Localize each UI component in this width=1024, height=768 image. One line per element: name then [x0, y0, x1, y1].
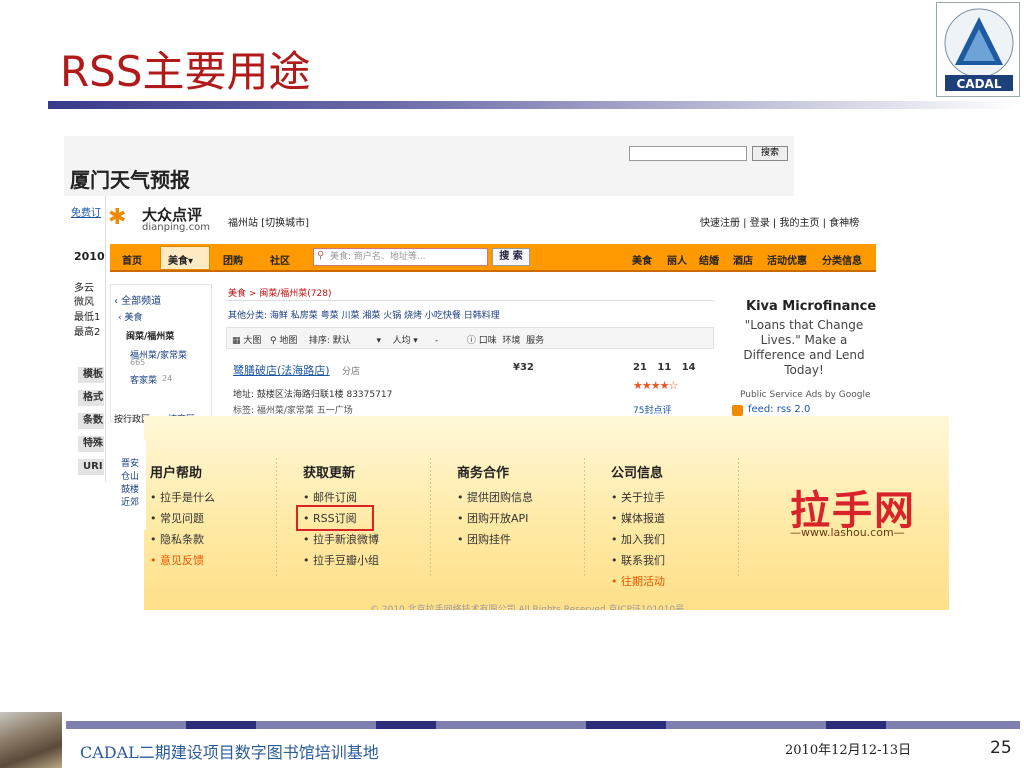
- rating-stars-icon: ★★★★☆: [633, 379, 678, 392]
- ls-updates-item-4[interactable]: • 拉手豆瓣小组: [303, 552, 379, 568]
- search-icon: ⚲: [317, 250, 325, 261]
- ls-divider-4: [738, 458, 739, 578]
- dp-shop-address: 地址: 鼓楼区法海路归联1楼 83375717: [233, 390, 393, 400]
- footer-org: CADAL二期建设项目数字图书馆培训基地: [80, 743, 379, 762]
- weather-search-input[interactable]: [629, 146, 747, 161]
- slide-title: RSS主要用途: [60, 47, 311, 96]
- dp-shop-tags: 标签: 福州菜/家常菜 五一广场: [233, 406, 353, 416]
- weather-district-2[interactable]: 仓山: [121, 471, 139, 484]
- dp-nav-food[interactable]: 美食▾: [168, 252, 193, 267]
- weather-low: 最低1: [74, 312, 101, 323]
- dp-nav-right-classified[interactable]: 分类信息: [822, 252, 862, 267]
- dp-nav-community[interactable]: 社区: [270, 252, 290, 267]
- ls-updates-item-3[interactable]: • 拉手新浪微博: [303, 531, 379, 547]
- ls-business-item-3[interactable]: • 团购挂件: [457, 531, 511, 547]
- ls-divider-3: [584, 458, 585, 578]
- weather-district-4[interactable]: 近郊: [121, 497, 139, 510]
- dp-nav-right-food[interactable]: 美食: [632, 252, 652, 267]
- ls-business-item-1[interactable]: • 提供团购信息: [457, 489, 533, 505]
- dp-side-all-channels[interactable]: ‹ 全部频道: [114, 292, 161, 307]
- dianping-logo-domain: dianping.com: [142, 222, 210, 233]
- dp-shop-price: ¥32: [513, 362, 534, 373]
- ls-col-business-title: 商务合作: [457, 466, 510, 481]
- ls-help-item-4[interactable]: • 意见反馈: [150, 552, 204, 568]
- dp-nav-right-hotel[interactable]: 酒店: [733, 252, 753, 267]
- dp-side-sub2-count: 24: [162, 374, 173, 383]
- ls-company-item-4[interactable]: • 联系我们: [611, 552, 665, 568]
- weather-search-button[interactable]: 搜索: [752, 146, 788, 161]
- weather-high: 最高2: [74, 327, 101, 338]
- dianping-top-links[interactable]: 快速注册 | 登录 | 我的主页 | 食神榜: [700, 214, 859, 229]
- ls-help-item-3[interactable]: • 隐私条款: [150, 531, 204, 547]
- weather-wind: 微风: [74, 297, 94, 308]
- weather-district-3[interactable]: 鼓楼: [121, 484, 139, 497]
- dp-shop-branch[interactable]: 分店: [342, 364, 360, 377]
- lashou-url: —www.lashou.com—: [790, 526, 905, 539]
- ls-help-item-2[interactable]: • 常见问题: [150, 510, 204, 526]
- ls-col-company-title: 公司信息: [611, 466, 664, 481]
- dp-categories[interactable]: 其他分类: 海鲜 私房菜 粤菜 川菜 湘菜 火锅 烧烤 小吃快餐 日韩料理: [228, 308, 500, 321]
- cadal-emblem-icon: CADAL: [944, 8, 1014, 91]
- dianping-logo-icon: ✱: [108, 205, 127, 230]
- dp-shop-reviews[interactable]: 75封点评: [633, 403, 671, 416]
- title-rule: [48, 101, 1020, 109]
- weather-format-tab[interactable]: 格式: [78, 390, 104, 406]
- dp-side-sub1-count: 665: [130, 358, 146, 367]
- rss-feed-icon: [732, 405, 743, 416]
- dp-nav-right-wedding[interactable]: 结婚: [699, 252, 719, 267]
- dp-side-cuisine[interactable]: 闽菜/福州菜: [126, 329, 174, 342]
- lashou-copyright: © 2010 北京拉手网络技术有限公司 All Rights Reserved …: [370, 605, 685, 610]
- weather-template-tab[interactable]: 模板: [78, 367, 104, 383]
- weather-title: 厦门天气预报: [70, 168, 190, 192]
- dp-nav-right-deals[interactable]: 活动优惠: [767, 252, 807, 267]
- dp-filter-controls[interactable]: ▦ 大图 ⚲ 地图 排序: 默认 ▾ 人均 ▾ - ⓘ 口味 环境 服务: [232, 333, 544, 346]
- dp-side-food[interactable]: ‹ 美食: [118, 310, 142, 323]
- ls-company-item-1[interactable]: • 关于拉手: [611, 489, 665, 505]
- ls-company-item-5[interactable]: • 往期活动: [611, 573, 665, 589]
- ls-help-item-1[interactable]: • 拉手是什么: [150, 489, 215, 505]
- dp-divider: [226, 300, 714, 301]
- page-number: 25: [990, 738, 1012, 758]
- dp-breadcrumb[interactable]: 美食 > 闽菜/福州菜(728): [228, 286, 332, 299]
- footer-rule: [66, 721, 1020, 729]
- dp-nav-right-beauty[interactable]: 丽人: [667, 252, 687, 267]
- ls-business-item-2[interactable]: • 团购开放API: [457, 510, 528, 526]
- weather-special-tab[interactable]: 特殊: [78, 436, 104, 452]
- weather-bottom-list[interactable]: 晋安 仓山 鼓楼 近郊: [121, 458, 139, 510]
- ls-divider-2: [430, 458, 431, 578]
- ls-col-help-title: 用户帮助: [150, 466, 203, 481]
- logo-text: CADAL: [957, 77, 1002, 91]
- ls-col-updates-title: 获取更新: [303, 466, 356, 481]
- ad-body[interactable]: "Loans that Change Lives." Make a Differ…: [740, 318, 868, 378]
- dp-shop-scores: 21 11 14: [633, 362, 696, 373]
- dianping-city-switch[interactable]: 福州站 [切换城市]: [228, 214, 309, 229]
- dp-side-sub2[interactable]: 客家菜: [130, 373, 157, 386]
- weather-year: 2010: [74, 250, 105, 263]
- weather-count-tab[interactable]: 条数: [78, 413, 104, 429]
- dp-nav-groupbuy[interactable]: 团购: [223, 252, 243, 267]
- ls-divider-1: [276, 458, 277, 578]
- footer-photo: [0, 712, 62, 768]
- ls-company-item-3[interactable]: • 加入我们: [611, 531, 665, 547]
- weather-uri-tab[interactable]: URI: [78, 459, 104, 475]
- cadal-logo: CADAL: [936, 2, 1020, 97]
- footer-date: 2010年12月12-13日: [785, 743, 912, 758]
- weather-district-1[interactable]: 晋安: [121, 458, 139, 471]
- ad-footer[interactable]: Public Service Ads by Google: [740, 390, 871, 400]
- dp-nav-home[interactable]: 首页: [122, 252, 142, 267]
- dianping-search-button[interactable]: 搜 索: [492, 248, 530, 266]
- rss-highlight-box: [296, 505, 374, 531]
- ls-company-item-2[interactable]: • 媒体报道: [611, 510, 665, 526]
- dp-shop-name[interactable]: 鹭膳破店(法海路店): [233, 362, 330, 378]
- ls-updates-item-1[interactable]: • 邮件订阅: [303, 489, 357, 505]
- weather-free-link[interactable]: 免费订: [71, 204, 101, 219]
- rss-feed-link[interactable]: feed: rss 2.0: [748, 404, 810, 415]
- weather-condition: 多云: [74, 283, 94, 294]
- ad-title[interactable]: Kiva Microfinance: [746, 299, 876, 314]
- dianping-search-input[interactable]: 美食: 商户名、地址等...: [313, 248, 488, 266]
